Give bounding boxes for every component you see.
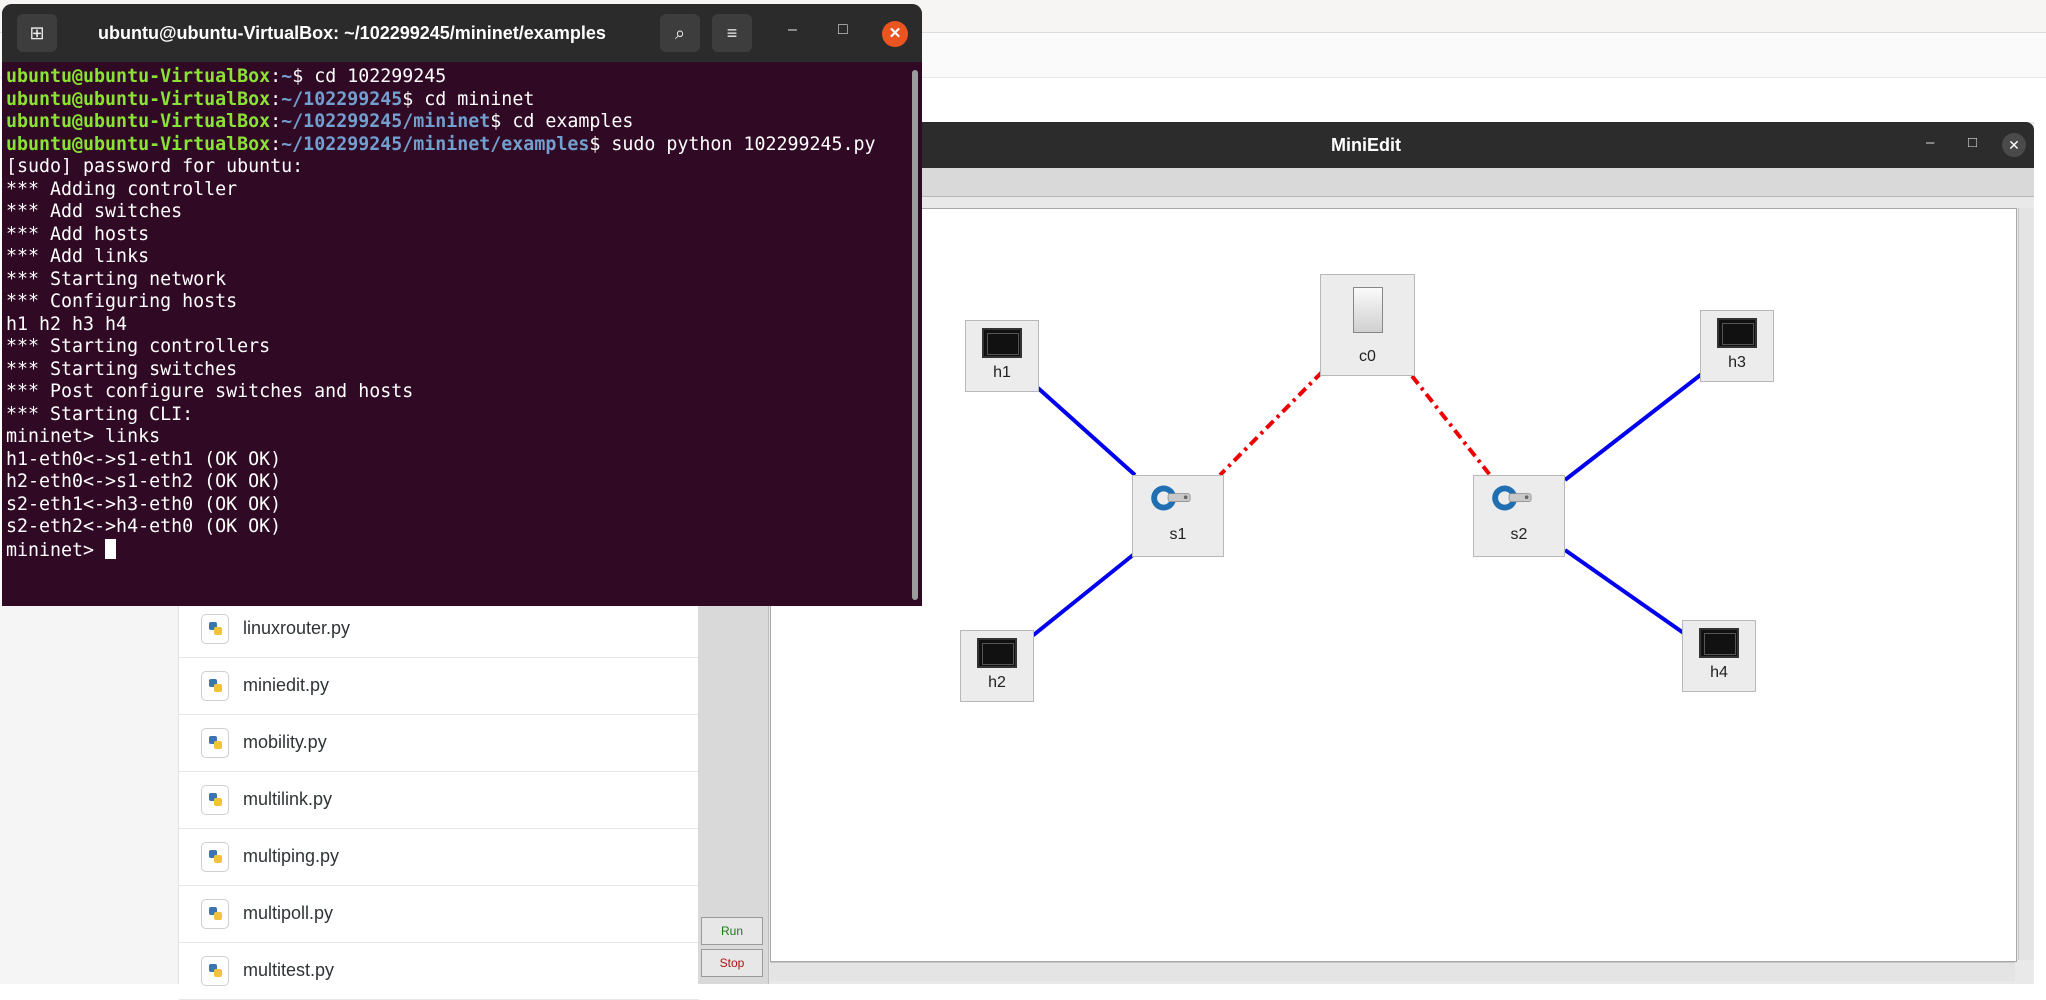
text-cursor [105,538,117,559]
host-icon [1717,318,1757,348]
node-label: h2 [988,674,1006,691]
node-label: s2 [1510,526,1528,543]
host-icon [1699,628,1739,658]
output-line: [sudo] password for ubuntu: [6,156,304,177]
output-line: *** Add links [6,246,150,267]
output-line: s2-eth1<->h3-eth0 (OK OK) [6,493,282,515]
switch-node-s1[interactable]: s1 [1132,475,1224,557]
output-line: *** Configuring hosts [6,291,238,312]
output-line: *** Starting switches [6,358,238,380]
output-line: s2-eth2<->h4-eth0 (OK OK) [6,516,282,537]
link-s2-h3 [1563,371,1705,482]
link-s2-h4 [1563,548,1687,636]
host-node-h2[interactable]: h2 [960,630,1034,702]
host-node-h4[interactable]: h4 [1682,620,1756,692]
controller-node-c0[interactable]: c0 [1320,274,1415,376]
link-h2-s1 [1029,553,1135,639]
output-line: h2-eth0<->s1-eth2 (OK OK) [6,471,282,492]
output-line: *** Add switches [6,201,183,222]
switch-node-s2[interactable]: s2 [1473,475,1565,557]
terminal-window: ⊞ ubuntu@ubuntu-VirtualBox: ~/102299245/… [2,4,922,606]
output-line: *** Add hosts [6,223,150,245]
final-prompt: mininet> [6,538,117,561]
output-line: h1 h2 h3 h4 [6,313,128,335]
link-c0-s2 [1410,374,1492,477]
node-label: c0 [1359,348,1376,365]
host-node-h3[interactable]: h3 [1700,310,1774,382]
output-line: *** Starting controllers [6,336,271,357]
link-c0-s1 [1218,370,1324,477]
output-line: *** Starting CLI: [6,403,194,425]
terminal-headerbar[interactable]: ⊞ ubuntu@ubuntu-VirtualBox: ~/102299245/… [2,4,922,62]
node-label: h3 [1728,354,1746,371]
output-line: *** Adding controller [6,178,238,200]
node-label: h4 [1710,664,1728,681]
link-h1-s1 [1036,386,1137,477]
terminal-scrollbar[interactable] [912,70,918,600]
minimize-icon[interactable]: – [788,21,797,39]
node-label: h1 [993,364,1011,381]
node-label: s1 [1169,526,1187,543]
switch-icon [1151,485,1191,511]
host-node-h1[interactable]: h1 [965,320,1039,392]
host-icon [977,638,1017,668]
output-line: *** Post configure switches and hosts [6,381,414,402]
terminal-output[interactable]: ubuntu@ubuntu-VirtualBox:~$ cd 102299245… [6,66,906,562]
server-icon [1353,287,1383,333]
output-line: h1-eth0<->s1-eth1 (OK OK) [6,448,282,470]
close-icon[interactable]: ✕ [882,21,908,47]
switch-icon [1492,485,1532,511]
search-icon[interactable]: ⌕ [660,14,700,52]
terminal-title: ubuntu@ubuntu-VirtualBox: ~/102299245/mi… [98,23,606,43]
command-line: ubuntu@ubuntu-VirtualBox:~/102299245/min… [6,111,634,132]
command-line: ubuntu@ubuntu-VirtualBox:~$ cd 102299245 [6,66,447,87]
maximize-icon[interactable]: □ [838,21,848,39]
command-line: ubuntu@ubuntu-VirtualBox:~/102299245$ cd… [6,88,535,110]
hamburger-menu-icon[interactable]: ≡ [712,14,752,52]
host-icon [982,328,1022,358]
output-line: mininet> links [6,426,161,447]
command-line: ubuntu@ubuntu-VirtualBox:~/102299245/min… [6,133,876,155]
new-tab-icon[interactable]: ⊞ [17,14,57,52]
output-line: *** Starting network [6,268,227,290]
